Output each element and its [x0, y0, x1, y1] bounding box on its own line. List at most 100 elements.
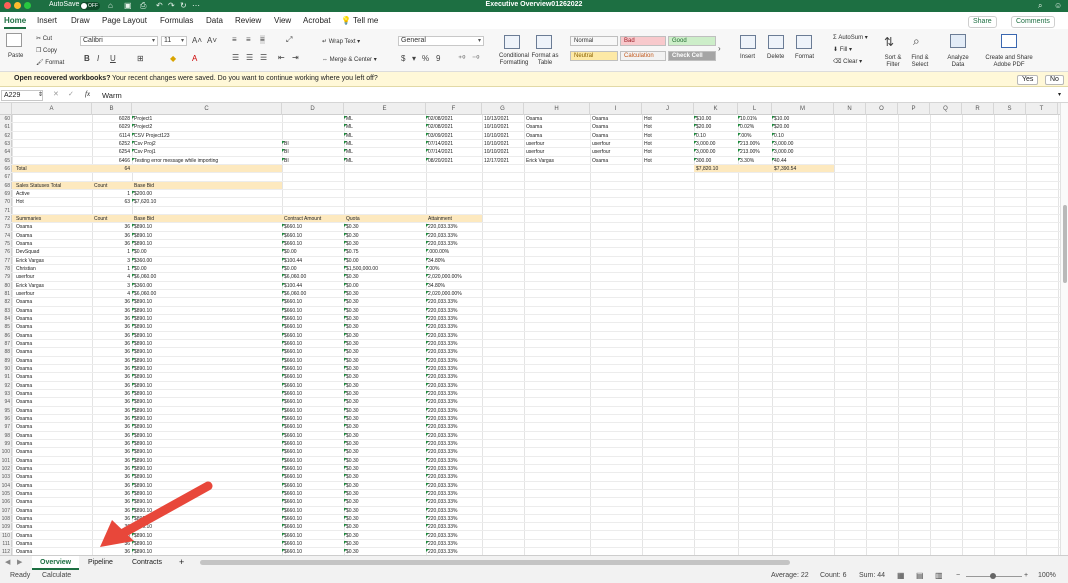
- cell-d[interactable]: $660.10: [284, 390, 342, 397]
- cell-f[interactable]: 2,020,000.00%: [428, 290, 480, 297]
- decrease-indent-icon[interactable]: ⇤: [278, 53, 285, 62]
- cell-d[interactable]: $0.00: [284, 265, 342, 272]
- cell-d[interactable]: $660.10: [284, 423, 342, 430]
- cell-h[interactable]: userfour: [526, 140, 588, 147]
- cell-c[interactable]: $890.10: [134, 415, 280, 422]
- row-number[interactable]: 72: [0, 214, 12, 223]
- column-header[interactable]: H: [524, 103, 590, 115]
- cell-b[interactable]: 3: [94, 257, 130, 264]
- cell-f[interactable]: 220,033.33%: [428, 390, 480, 397]
- tab-insert[interactable]: Insert: [37, 16, 57, 25]
- cell-e[interactable]: $0.30: [346, 332, 424, 339]
- cell-d[interactable]: $660.10: [284, 332, 342, 339]
- cell-e[interactable]: $0.30: [346, 498, 424, 505]
- cancel-formula-icon[interactable]: ✕: [53, 90, 59, 98]
- cell-f[interactable]: .00%: [428, 265, 480, 272]
- row-number[interactable]: 76: [0, 248, 12, 256]
- row-number[interactable]: 97: [0, 423, 12, 431]
- cell-f[interactable]: 08/20/2021: [428, 157, 480, 164]
- column-header[interactable]: Q: [930, 103, 962, 115]
- cell-f[interactable]: 34.80%: [428, 282, 480, 289]
- cell-b[interactable]: 36: [94, 448, 130, 455]
- align-top-icon[interactable]: ≡: [232, 35, 237, 44]
- cell-e[interactable]: $0.30: [346, 315, 424, 322]
- row-number[interactable]: 108: [0, 514, 12, 523]
- row-number[interactable]: 87: [0, 339, 12, 348]
- row-number[interactable]: 85: [0, 323, 12, 331]
- cell-g[interactable]: 10/10/2021: [484, 148, 522, 155]
- cell-a[interactable]: userfour: [16, 273, 90, 280]
- cell-d[interactable]: $660.10: [284, 440, 342, 447]
- cell-c[interactable]: $7,620.10: [134, 198, 280, 205]
- create-share-pdf-label[interactable]: Create and Share Adobe PDF: [978, 55, 1040, 69]
- cell-d[interactable]: $660.10: [284, 523, 342, 530]
- cell-f[interactable]: 220,033.33%: [428, 432, 480, 439]
- cell-b[interactable]: 64: [94, 165, 130, 172]
- cell-d[interactable]: $660.10: [284, 323, 342, 330]
- cell-e[interactable]: $0.30: [346, 290, 424, 297]
- cell-f[interactable]: 220,033.33%: [428, 448, 480, 455]
- cell-b[interactable]: 36: [94, 357, 130, 364]
- cell-b[interactable]: 36: [94, 307, 130, 314]
- row-number[interactable]: 73: [0, 223, 12, 231]
- cell-a[interactable]: Osama: [16, 515, 90, 522]
- cell-a[interactable]: Osama: [16, 432, 90, 439]
- tab-review[interactable]: Review: [235, 16, 261, 25]
- row-number[interactable]: 112: [0, 548, 12, 555]
- conditional-formatting-label[interactable]: Conditional Formatting: [497, 53, 531, 67]
- cell-f[interactable]: 220,033.33%: [428, 340, 480, 347]
- cell-m[interactable]: $20.00: [774, 123, 832, 130]
- cell-b[interactable]: 1: [94, 248, 130, 255]
- row-number[interactable]: 86: [0, 331, 12, 339]
- find-select-icon[interactable]: ⌕: [913, 34, 920, 49]
- cell-m[interactable]: 3,000.00: [774, 140, 832, 147]
- row-number[interactable]: 66: [0, 164, 12, 173]
- cell-d[interactable]: $660.10: [284, 465, 342, 472]
- cell-a[interactable]: Osama: [16, 298, 90, 305]
- cell-e[interactable]: $0.30: [346, 507, 424, 514]
- cell-f[interactable]: 220,033.33%: [428, 440, 480, 447]
- cell-c[interactable]: $890.10: [134, 298, 280, 305]
- align-left-icon[interactable]: ☰: [232, 53, 239, 62]
- cell-f[interactable]: 220,033.33%: [428, 498, 480, 505]
- cell-c[interactable]: $0.00: [134, 265, 280, 272]
- cell-e[interactable]: $0.30: [346, 223, 424, 230]
- cell-a[interactable]: Osama: [16, 223, 90, 230]
- cell-a[interactable]: Osama: [16, 348, 90, 355]
- cell-e[interactable]: $0.30: [346, 298, 424, 305]
- cell-e[interactable]: ML: [346, 132, 424, 139]
- cell-b[interactable]: 36: [94, 457, 130, 464]
- cell-a[interactable]: Osama: [16, 465, 90, 472]
- cell-k[interactable]: 3,000.00: [696, 148, 736, 155]
- cell-c[interactable]: $890.10: [134, 540, 280, 547]
- function-icon[interactable]: fx: [85, 90, 90, 98]
- cell-g[interactable]: 10/10/2021: [484, 132, 522, 139]
- cell-e[interactable]: $0.30: [346, 323, 424, 330]
- cell-b[interactable]: 36: [94, 515, 130, 522]
- cell-e[interactable]: $0.30: [346, 373, 424, 380]
- cell-b[interactable]: 36: [94, 315, 130, 322]
- cell-a[interactable]: Osama: [16, 382, 90, 389]
- cell-e[interactable]: $0.30: [346, 348, 424, 355]
- cell-f[interactable]: 07/14/2021: [428, 148, 480, 155]
- cell-c[interactable]: $360.00: [134, 282, 280, 289]
- column-header[interactable]: L: [738, 103, 772, 115]
- cell-c[interactable]: $890.10: [134, 440, 280, 447]
- cell-f[interactable]: 220,033.33%: [428, 382, 480, 389]
- cell-b[interactable]: 6254: [94, 148, 130, 155]
- cell-e[interactable]: $0.30: [346, 390, 424, 397]
- row-number[interactable]: 91: [0, 373, 12, 381]
- cell-b[interactable]: 3: [94, 282, 130, 289]
- font-size-select[interactable]: 11: [161, 36, 187, 46]
- column-header[interactable]: J: [642, 103, 694, 115]
- cell-c[interactable]: Testing error message while importing: [134, 157, 280, 164]
- row-number[interactable]: 92: [0, 381, 12, 389]
- vertical-scroll-thumb[interactable]: [1063, 205, 1067, 283]
- row-number[interactable]: 104: [0, 481, 12, 489]
- cell-j[interactable]: Hot: [644, 132, 692, 139]
- cell-i[interactable]: Osama: [592, 123, 640, 130]
- style-calculation[interactable]: Calculation: [620, 51, 666, 61]
- adobe-pdf-icon[interactable]: [1001, 34, 1017, 48]
- cell-b[interactable]: 36: [94, 540, 130, 547]
- cell-f[interactable]: 220,033.33%: [428, 323, 480, 330]
